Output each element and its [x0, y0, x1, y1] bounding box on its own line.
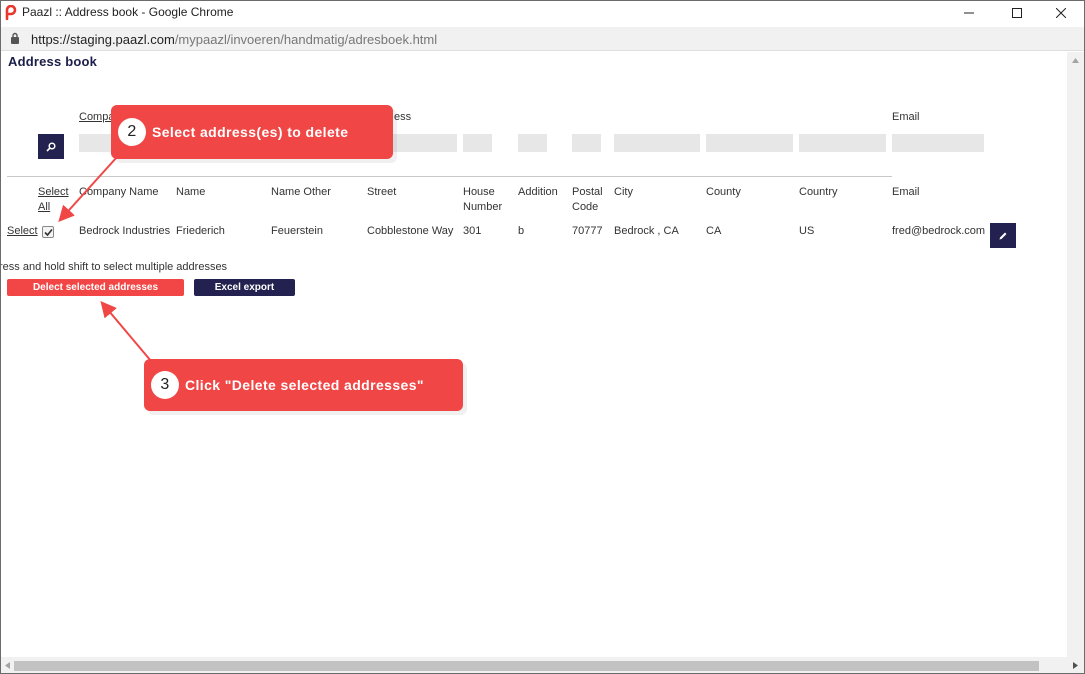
vertical-scrollbar[interactable] [1067, 52, 1084, 658]
filter-house-number-input[interactable] [463, 134, 492, 152]
edit-address-button[interactable] [990, 223, 1016, 248]
annotation-callout-step-3: 3 Click "Delete selected addresses" [144, 359, 463, 411]
column-header-country: Country [799, 186, 838, 198]
column-header-city: City [614, 186, 633, 198]
excel-export-button[interactable]: Excel export [194, 279, 295, 296]
lock-icon [10, 32, 20, 47]
cell-country: US [799, 225, 815, 237]
column-header-house-number: House Number [463, 186, 503, 213]
minimize-button[interactable] [946, 1, 992, 25]
step-number: 2 [118, 118, 146, 146]
filter-street-input[interactable] [393, 134, 457, 152]
filter-header-address: ess [394, 111, 412, 123]
column-header-street: Street [367, 186, 397, 198]
close-button[interactable] [1038, 1, 1084, 25]
scroll-up-button[interactable] [1067, 52, 1084, 69]
cell-name: Friederich [176, 225, 225, 237]
column-header-name-other: Name Other [271, 186, 331, 198]
filter-email-input[interactable] [892, 134, 984, 152]
column-header-email: Email [892, 186, 920, 198]
column-header-addition: Addition [518, 186, 558, 198]
cell-city: Bedrock , CA [614, 225, 679, 237]
horizontal-scroll-thumb[interactable] [14, 661, 1039, 671]
browser-window: Paazl :: Address book - Google Chrome ht… [0, 0, 1085, 674]
delete-selected-button[interactable]: Delect selected addresses [7, 279, 184, 296]
row-select-link[interactable]: Select [7, 225, 38, 237]
filter-county-input[interactable] [706, 134, 793, 152]
pencil-icon [999, 232, 1007, 239]
column-header-name: Name [176, 186, 206, 198]
paazl-logo-icon [4, 4, 18, 21]
scroll-left-button[interactable] [1, 657, 13, 673]
maximize-button[interactable] [994, 1, 1040, 25]
row-checkbox[interactable] [42, 226, 54, 238]
filter-header-email: Email [892, 111, 920, 123]
caret-up-icon [1072, 58, 1079, 63]
filter-city-input[interactable] [614, 134, 700, 152]
column-header-postal-code: Postal Code [572, 186, 603, 213]
scroll-right-button[interactable] [1067, 657, 1084, 673]
search-button[interactable] [38, 134, 64, 159]
filter-country-input[interactable] [799, 134, 886, 152]
checkmark-icon [43, 228, 53, 236]
cell-postal-code: 70777 [572, 225, 603, 237]
caret-left-icon [4, 662, 10, 669]
cell-street: Cobblestone Way [367, 225, 454, 237]
cell-company-name: Bedrock Industries [79, 225, 171, 237]
step-number: 3 [151, 371, 179, 399]
table-divider [7, 176, 892, 177]
filter-postal-code-input[interactable] [572, 134, 601, 152]
select-all-link[interactable]: Select All [38, 185, 74, 215]
cell-county: CA [706, 225, 722, 237]
filter-company-input[interactable] [79, 134, 113, 152]
search-icon [46, 141, 56, 152]
column-header-company-name: Company Name [79, 186, 159, 198]
url-host: https://staging.paazl.com [31, 32, 175, 47]
filter-header-company[interactable]: Compa [79, 111, 114, 123]
title-bar: Paazl :: Address book - Google Chrome [1, 1, 1084, 25]
cell-addition: b [518, 225, 525, 237]
maximize-icon [1012, 8, 1022, 18]
cell-name-other: Feuerstein [271, 225, 323, 237]
address-bar[interactable]: https://staging.paazl.com/mypaazl/invoer… [1, 27, 1084, 51]
close-icon [1056, 8, 1066, 18]
step-text: Click "Delete selected addresses" [185, 377, 424, 393]
filter-addition-input[interactable] [518, 134, 547, 152]
page-title: Address book [8, 54, 98, 69]
cell-email: fred@bedrock.com [892, 225, 986, 237]
annotation-callout-step-2: 2 Select address(es) to delete [111, 105, 393, 159]
multi-select-hint: ress and hold shift to select multiple a… [0, 261, 228, 273]
cell-house-number: 301 [463, 225, 482, 237]
window-title: Paazl :: Address book - Google Chrome [22, 5, 234, 19]
url-path: /mypaazl/invoeren/handmatig/adresboek.ht… [174, 32, 438, 47]
url-text: https://staging.paazl.com/mypaazl/invoer… [31, 32, 437, 47]
column-header-county: County [706, 186, 741, 198]
minimize-icon [964, 12, 974, 14]
step-text: Select address(es) to delete [152, 124, 349, 140]
caret-right-icon [1073, 662, 1078, 669]
